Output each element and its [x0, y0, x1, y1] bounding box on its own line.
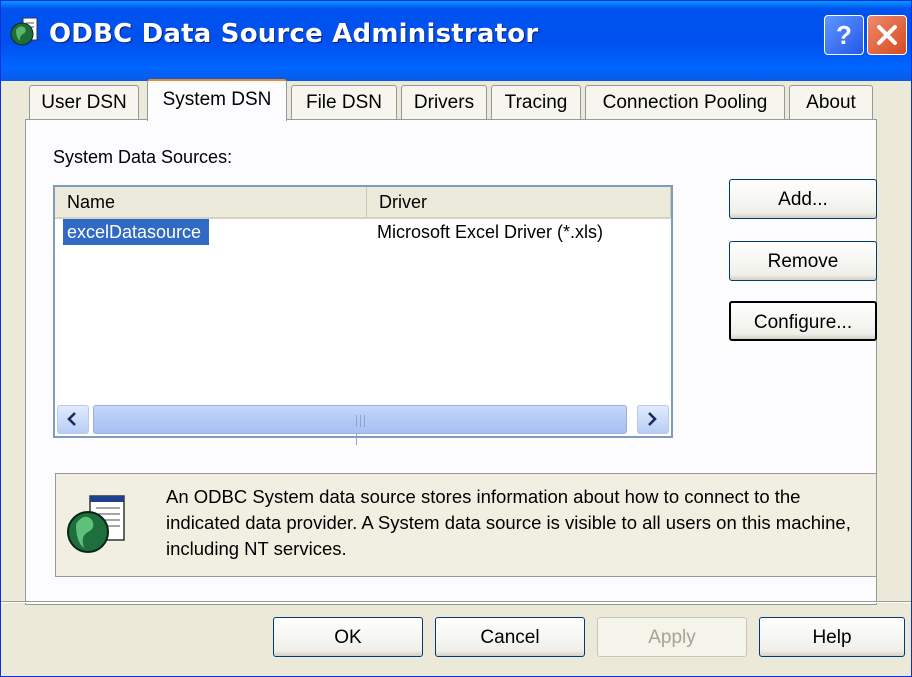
help-title-button[interactable]: ?	[824, 15, 864, 55]
column-header-driver[interactable]: Driver	[367, 187, 671, 217]
odbc-globe-icon	[10, 17, 38, 46]
tab-about[interactable]: About	[789, 85, 873, 119]
title-bar[interactable]: ODBC Data Source Administrator ?	[1, 1, 911, 81]
chevron-left-icon	[67, 412, 76, 426]
grip-icon	[356, 414, 370, 445]
close-button[interactable]	[867, 15, 907, 55]
help-button[interactable]: Help	[759, 617, 905, 657]
column-header-name[interactable]: Name	[55, 187, 367, 217]
list-header: Name Driver	[55, 187, 671, 219]
footer-separator	[1, 601, 911, 603]
cancel-button[interactable]: Cancel	[435, 617, 585, 657]
scroll-right-button[interactable]	[637, 405, 669, 434]
tab-tracing[interactable]: Tracing	[491, 85, 581, 119]
ok-button[interactable]: OK	[273, 617, 423, 657]
apply-button[interactable]: Apply	[597, 617, 747, 657]
scroll-left-button[interactable]	[57, 405, 89, 434]
info-description: An ODBC System data source stores inform…	[166, 486, 851, 559]
chevron-right-icon	[648, 412, 657, 426]
tab-connection-pooling[interactable]: Connection Pooling	[585, 85, 785, 119]
odbc-database-icon	[67, 495, 125, 553]
horizontal-scrollbar[interactable]	[55, 403, 671, 445]
tab-system-dsn[interactable]: System DSN	[147, 79, 287, 121]
window-title: ODBC Data Source Administrator	[49, 19, 539, 49]
scrollbar-thumb[interactable]	[93, 405, 627, 445]
add-button[interactable]: Add...	[729, 179, 877, 219]
data-sources-list[interactable]: Name Driver excelDatasource Microsoft Ex…	[53, 185, 673, 445]
configure-button[interactable]: Configure...	[729, 301, 877, 341]
remove-button[interactable]: Remove	[729, 241, 877, 281]
tab-drivers[interactable]: Drivers	[401, 85, 487, 119]
odbc-admin-window: ODBC Data Source Administrator ? User DS…	[0, 0, 912, 677]
datasource-name-cell: excelDatasource	[63, 219, 210, 245]
system-data-sources-label: System Data Sources:	[53, 147, 233, 167]
tab-file-dsn[interactable]: File DSN	[291, 85, 397, 119]
datasource-driver-cell: Microsoft Excel Driver (*.xls)	[377, 222, 604, 242]
close-icon	[877, 25, 897, 45]
tab-user-dsn[interactable]: User DSN	[29, 85, 139, 119]
info-box: An ODBC System data source stores inform…	[55, 473, 877, 577]
list-item[interactable]: excelDatasource Microsoft Excel Driver (…	[55, 219, 671, 245]
